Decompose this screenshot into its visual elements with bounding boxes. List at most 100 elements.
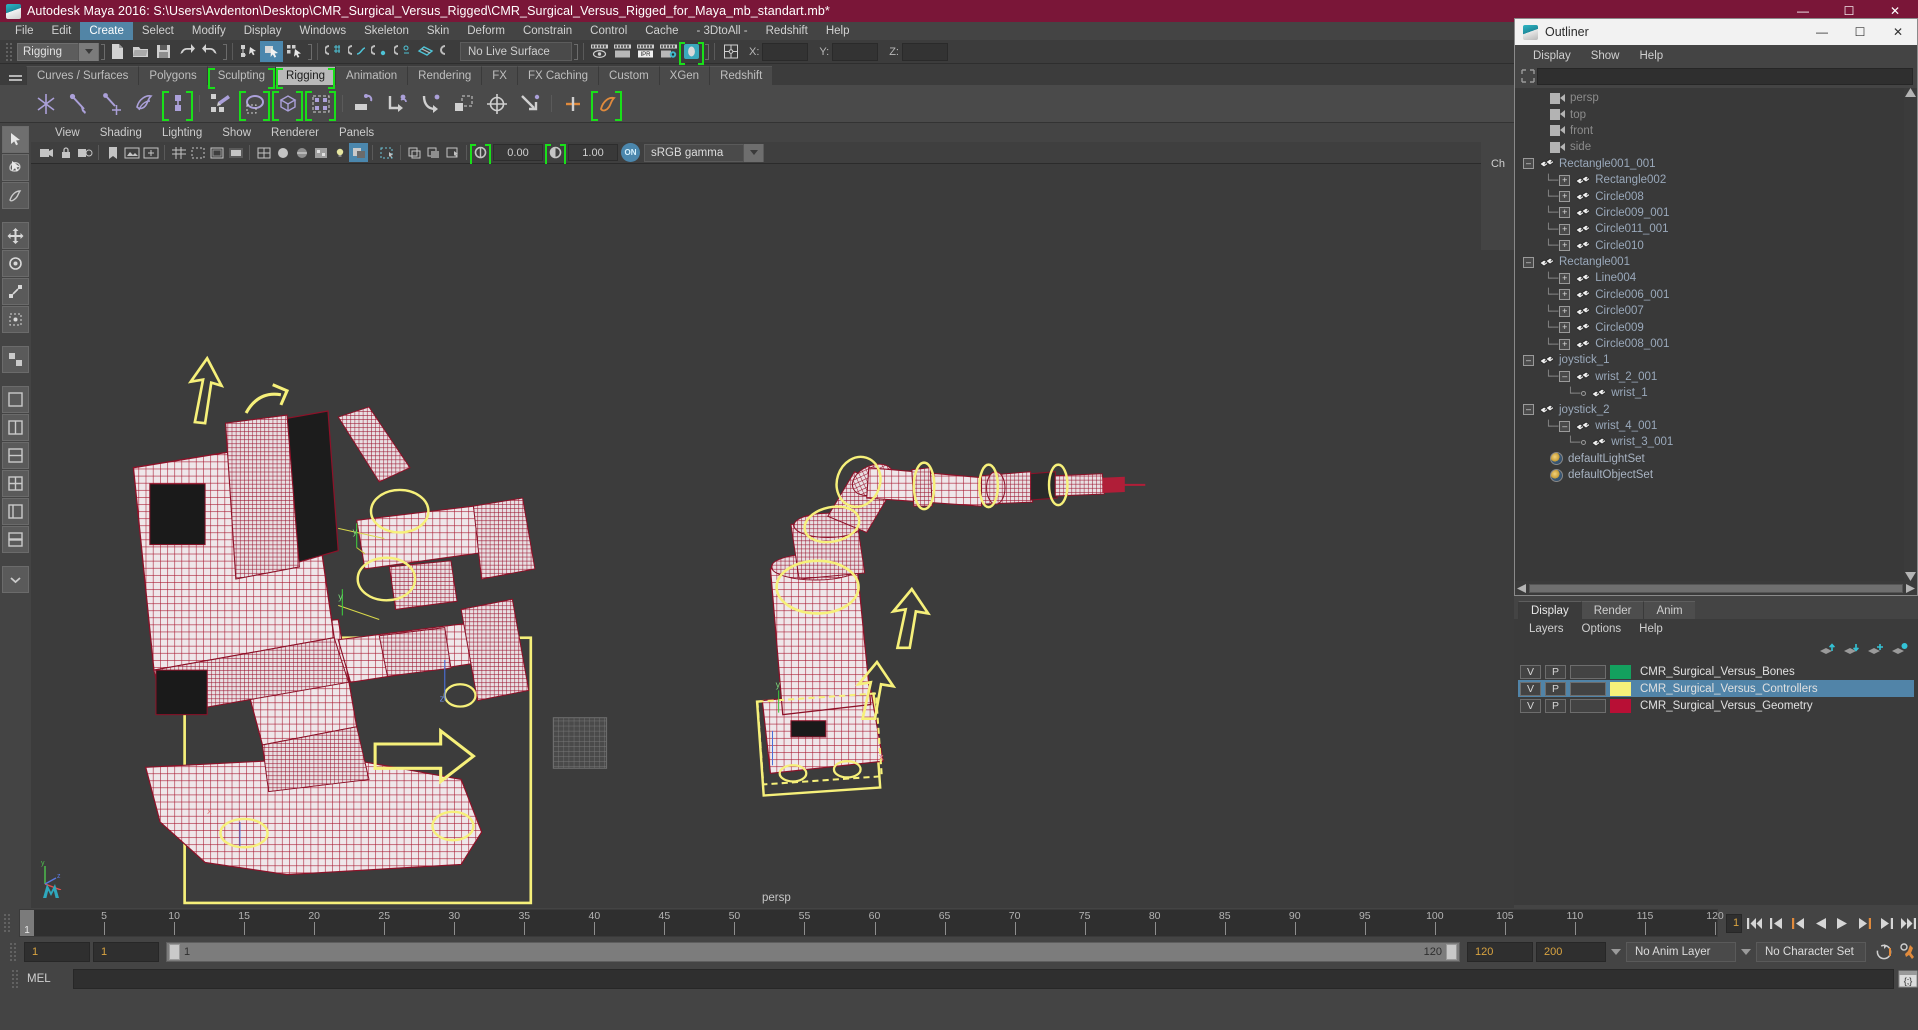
- viewport-two-d-pan-zoom-icon[interactable]: [141, 143, 160, 162]
- outliner-item[interactable]: └─ + Circle008: [1515, 188, 1917, 204]
- move-layer-down-icon[interactable]: [1843, 642, 1860, 656]
- auto-keyframe-toggle-icon[interactable]: [1875, 942, 1895, 962]
- toolbar-collapse-tick[interactable]: [99, 43, 106, 60]
- move-tool-icon[interactable]: [2, 222, 29, 249]
- axis-y-field[interactable]: [832, 42, 879, 61]
- expand-node-icon[interactable]: +: [1559, 191, 1571, 203]
- step-back-key-icon[interactable]: [1766, 913, 1786, 933]
- redo-icon[interactable]: [198, 41, 221, 62]
- shelf-tab-rigging[interactable]: Rigging: [275, 66, 336, 89]
- expand-node-icon[interactable]: +: [1559, 289, 1571, 301]
- live-surface-field[interactable]: No Live Surface: [460, 42, 572, 61]
- outliner-item[interactable]: └─ + Circle009: [1515, 319, 1917, 335]
- outliner-item[interactable]: – joystick_2: [1515, 401, 1917, 417]
- outliner-item[interactable]: └─ wrist_1: [1515, 385, 1917, 401]
- step-back-frame-icon[interactable]: [1788, 913, 1808, 933]
- viewport-xray-joints-icon[interactable]: [424, 143, 443, 162]
- viewport-menu-show[interactable]: Show: [212, 127, 261, 139]
- last-tool-used-icon[interactable]: [2, 346, 29, 373]
- point-constraint-icon[interactable]: [382, 88, 413, 120]
- viewport-xray-icon[interactable]: [405, 143, 424, 162]
- select-by-object-type-icon[interactable]: [260, 41, 283, 62]
- command-line-gripper[interactable]: [11, 969, 20, 989]
- outliner-minimize-button[interactable]: —: [1803, 19, 1841, 45]
- time-slider-current-frame[interactable]: 1: [20, 910, 34, 936]
- layer-editor-tab-render[interactable]: Render: [1580, 601, 1644, 619]
- menuset-selector[interactable]: Rigging: [17, 42, 99, 61]
- universal-manipulator-icon[interactable]: [2, 306, 29, 333]
- color-management-toggle[interactable]: ON: [621, 143, 640, 162]
- anim-layer-select[interactable]: No Anim Layer: [1626, 942, 1736, 962]
- script-editor-icon[interactable]: {;}: [1898, 969, 1918, 989]
- range-start-handle[interactable]: [169, 944, 180, 960]
- snap-to-curve-icon[interactable]: [345, 41, 368, 62]
- menu-item-deform[interactable]: Deform: [458, 22, 514, 40]
- outliner-menu-show[interactable]: Show: [1581, 50, 1630, 62]
- viewport-exposure-icon[interactable]: [470, 143, 491, 167]
- play-backwards-icon[interactable]: [1810, 913, 1830, 933]
- outliner-item[interactable]: └─ + Line004: [1515, 270, 1917, 286]
- layer-list[interactable]: V P CMR_Surgical_Versus_Bones V P CMR_Surgica…: [1514, 660, 1918, 905]
- outliner-item[interactable]: └─ – wrist_4_001: [1515, 418, 1917, 434]
- four-pane-layout-icon[interactable]: [2, 470, 29, 497]
- expand-node-icon[interactable]: +: [1559, 174, 1571, 186]
- outliner-item[interactable]: └─ + Circle006_001: [1515, 287, 1917, 303]
- outliner-item[interactable]: └─ + Rectangle002: [1515, 172, 1917, 188]
- layer-visibility-toggle[interactable]: V: [1520, 681, 1541, 696]
- viewport-xray-active-components-icon[interactable]: [443, 143, 462, 162]
- outliner-item[interactable]: └─ + Circle009_001: [1515, 205, 1917, 221]
- go-to-start-icon[interactable]: [1744, 913, 1764, 933]
- render-sequence-icon[interactable]: [611, 41, 634, 62]
- shelf-tab-custom[interactable]: Custom: [598, 66, 659, 85]
- viewport-shadows-icon[interactable]: [349, 143, 368, 162]
- create-ik-handle-icon[interactable]: [63, 88, 94, 120]
- outliner-filter-icon[interactable]: [1519, 67, 1537, 85]
- outliner-item[interactable]: defaultLightSet: [1515, 451, 1917, 467]
- create-deformer-icon[interactable]: [558, 88, 589, 120]
- viewport-smooth-shade-icon[interactable]: [273, 143, 292, 162]
- outliner-item[interactable]: top: [1515, 106, 1917, 122]
- new-scene-icon[interactable]: [106, 41, 129, 62]
- expand-node-icon[interactable]: +: [1559, 338, 1571, 350]
- menu-item-cache[interactable]: Cache: [636, 22, 687, 40]
- step-forward-frame-icon[interactable]: [1854, 913, 1874, 933]
- viewport-menu-view[interactable]: View: [45, 127, 90, 139]
- snap-to-projected-center-icon[interactable]: [391, 41, 414, 62]
- layer-row[interactable]: V P CMR_Surgical_Versus_Controllers: [1518, 680, 1914, 697]
- snap-to-grid-icon[interactable]: [322, 41, 345, 62]
- collapse-node-icon[interactable]: –: [1559, 420, 1571, 432]
- single-pane-layout-icon[interactable]: [2, 386, 29, 413]
- current-frame-field[interactable]: 1: [1726, 913, 1742, 933]
- create-layer-from-selected-icon[interactable]: [1891, 642, 1908, 656]
- select-tool-icon[interactable]: [2, 126, 29, 153]
- perspective-viewport[interactable]: y y z x y x y z persp: [31, 164, 1514, 908]
- make-live-icon[interactable]: [437, 41, 460, 62]
- layer-row[interactable]: V P CMR_Surgical_Versus_Bones: [1518, 663, 1914, 680]
- pole-vector-constraint-icon[interactable]: [514, 88, 545, 120]
- interactive-bind-skin-icon[interactable]: [162, 88, 193, 121]
- layer-display-type-toggle[interactable]: [1570, 681, 1606, 696]
- character-set-select[interactable]: No Character Set: [1756, 942, 1866, 962]
- collapse-node-icon[interactable]: –: [1523, 158, 1534, 170]
- layer-row[interactable]: V P CMR_Surgical_Versus_Geometry: [1518, 697, 1914, 714]
- expand-node-icon[interactable]: +: [1559, 223, 1571, 235]
- outliner-close-button[interactable]: ✕: [1879, 19, 1917, 45]
- command-language-label[interactable]: MEL: [27, 973, 69, 985]
- range-end-handle[interactable]: [1446, 944, 1457, 960]
- parent-constraint-icon[interactable]: [349, 88, 380, 120]
- quick-rig-icon[interactable]: [591, 88, 622, 121]
- create-empty-layer-icon[interactable]: [1867, 642, 1884, 656]
- layer-playback-toggle[interactable]: P: [1545, 681, 1566, 696]
- hypershade-layout-icon[interactable]: [2, 526, 29, 553]
- viewport-menu-shading[interactable]: Shading: [90, 127, 152, 139]
- expand-node-icon[interactable]: +: [1559, 322, 1571, 334]
- render-settings-icon[interactable]: [657, 41, 680, 62]
- outliner-item[interactable]: defaultObjectSet: [1515, 467, 1917, 483]
- expand-node-icon[interactable]: +: [1559, 305, 1571, 317]
- layer-editor-tab-anim[interactable]: Anim: [1643, 601, 1695, 619]
- outliner-menu-help[interactable]: Help: [1630, 50, 1674, 62]
- outliner-item[interactable]: └─ – wrist_2_001: [1515, 369, 1917, 385]
- open-scene-icon[interactable]: [129, 41, 152, 62]
- menu-item-redshift[interactable]: Redshift: [757, 22, 817, 40]
- select-by-component-type-icon[interactable]: [283, 41, 306, 62]
